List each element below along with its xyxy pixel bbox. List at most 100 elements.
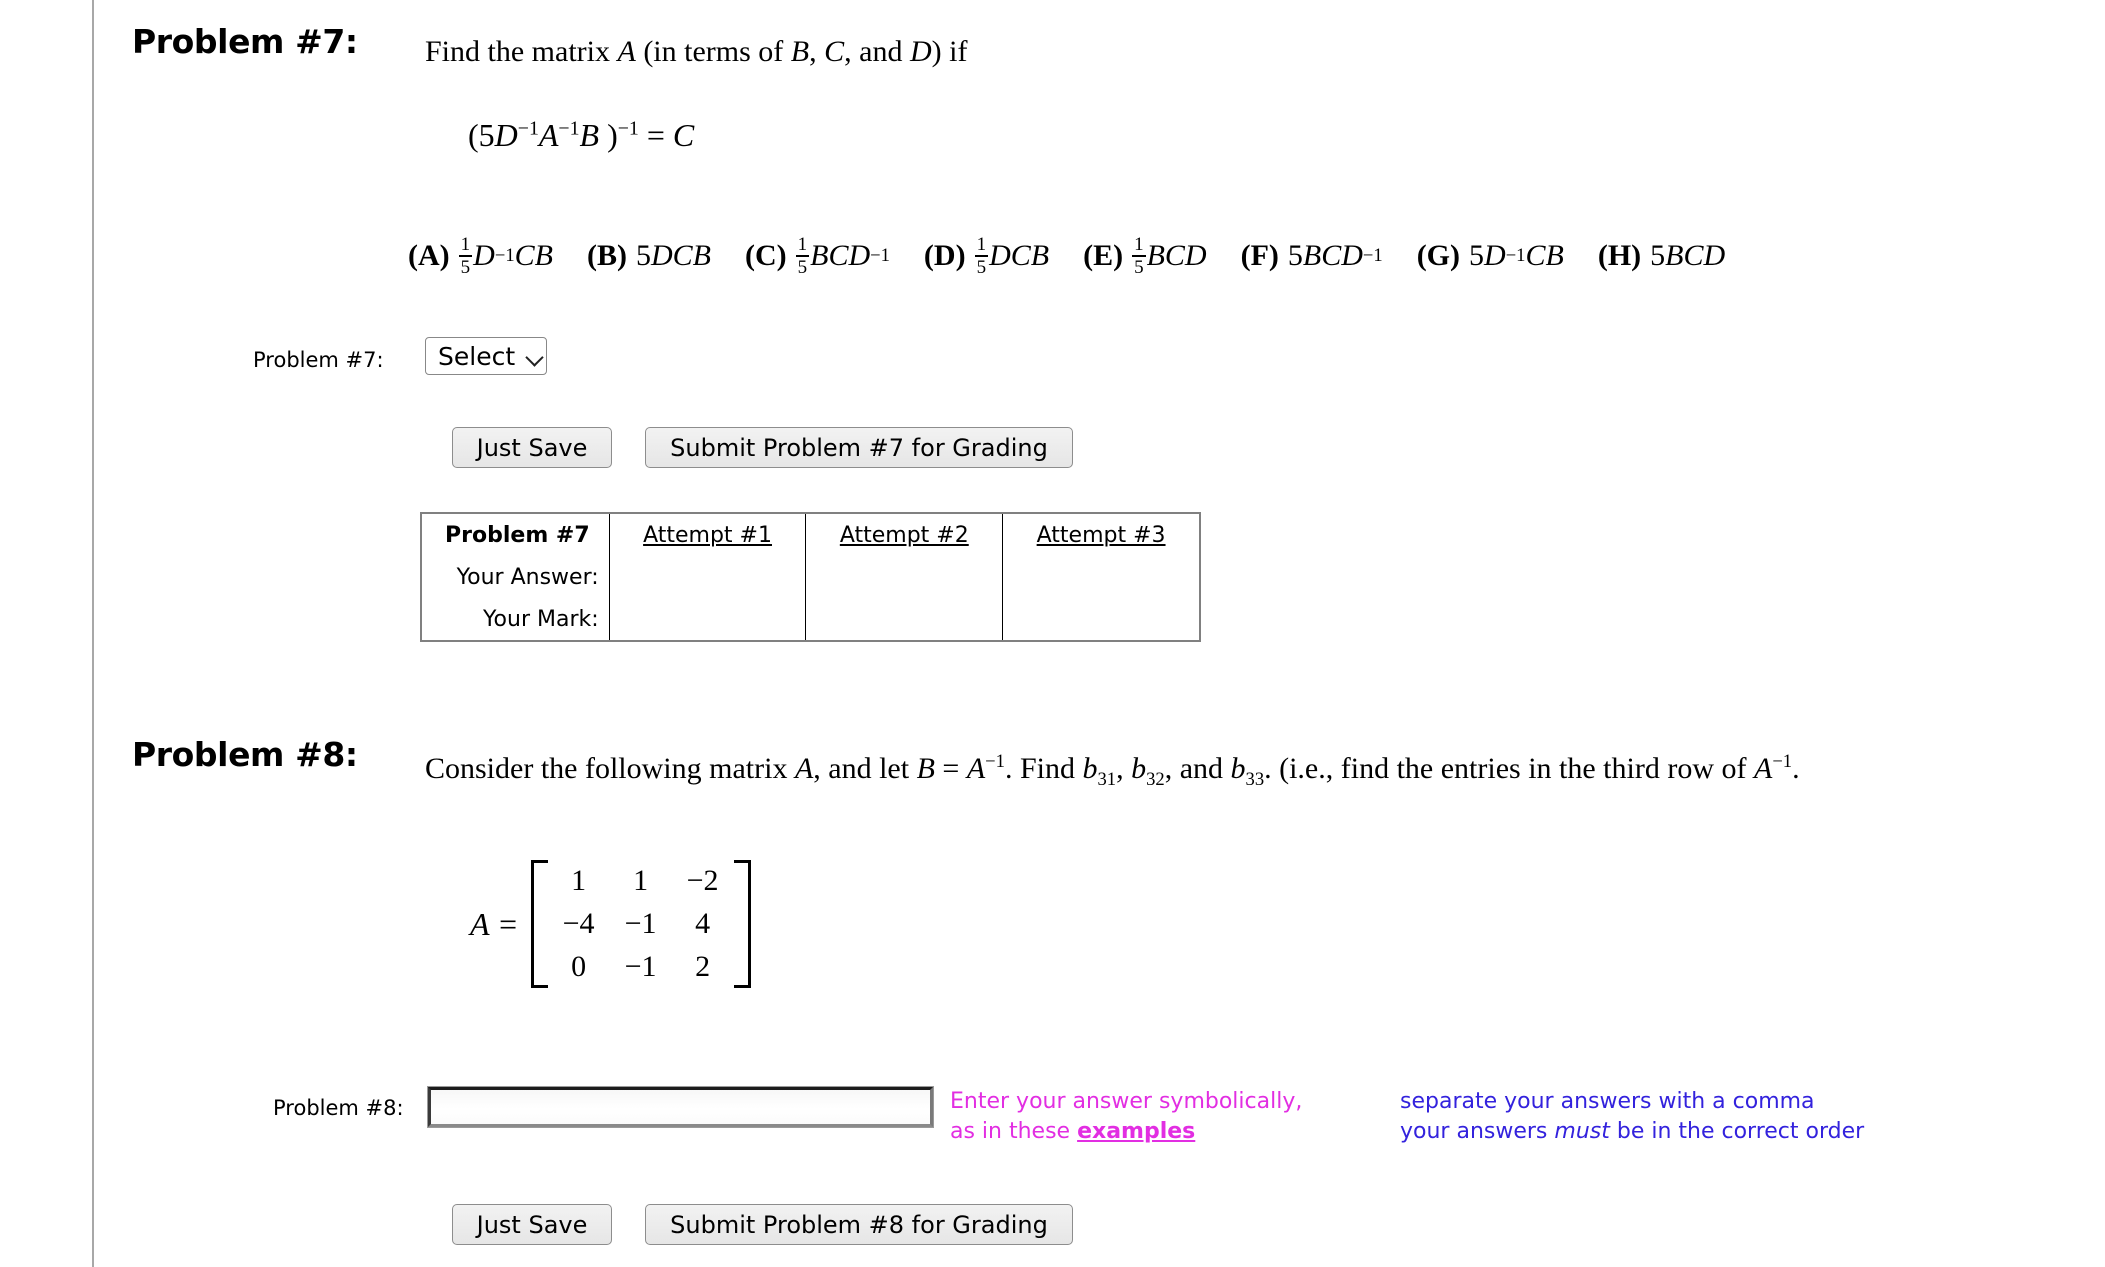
table-row: Your Answer: [421, 556, 1200, 598]
equation-equals: = [638, 117, 673, 153]
matrix-cell-r2c1: −4 [562, 907, 595, 940]
choice-a-tag: (A) [408, 238, 450, 272]
choice-b-matrix: DCB [650, 238, 711, 272]
problem-7-your-answer-label: Your Answer: [421, 556, 610, 598]
table-row: Your Mark: [421, 598, 1200, 641]
problem-8-a-inverse-exponent: −1 [985, 751, 1005, 772]
choice-f-coefficient: 5 [1287, 238, 1303, 272]
problem-7-select-value: Select [438, 341, 516, 371]
problem-7-answer-attempt-1 [608, 556, 807, 598]
choice-a-expression: 1 5 D −1 CB [458, 234, 553, 278]
problem-8-hint-symbolic: Enter your answer symbolically, as in th… [950, 1087, 1302, 1147]
choice-a-exponent: −1 [494, 244, 515, 266]
choice-a-matrix: D [473, 238, 495, 272]
problem-7-prompt: Find the matrix A (in terms of B, C, and… [425, 30, 1925, 74]
problem-7-answer-attempt-2 [805, 556, 1004, 598]
problem-8-prompt-4: . Find [1004, 752, 1083, 785]
choice-c-exponent: −1 [870, 244, 890, 266]
equation-c: C [672, 117, 695, 153]
problem-8-prompt-9: . [1792, 752, 1800, 785]
choice-g-coefficient: 5 [1469, 238, 1485, 272]
problem-7-answer-attempt-3 [1002, 556, 1200, 598]
problem-8-just-save-button[interactable]: Just Save [452, 1204, 612, 1245]
problem-8-b32-subscript: 32 [1146, 769, 1165, 790]
hint-format-line-1: separate your answers with a comma [1400, 1089, 1815, 1114]
problem-7-prompt-var-b: B [790, 35, 810, 68]
problem-7-your-mark-label: Your Mark: [421, 598, 610, 641]
problem-8-hint-format: separate your answers with a comma your … [1400, 1087, 1864, 1147]
problem-7-prompt-pre: Find the matrix [425, 35, 618, 68]
fraction-one-fifth: 15 [1132, 234, 1146, 278]
fraction-one-fifth: 15 [974, 234, 989, 278]
problem-8-a-inverse-2-exponent: −1 [1772, 751, 1793, 772]
choice-b-expression: 5 DCB [636, 239, 711, 273]
problem-8-var-a: A [794, 752, 814, 785]
choice-h: (H) 5 BCD [1598, 239, 1725, 273]
equation-close-exponent: −1 [617, 117, 639, 140]
matrix-cell-r3c3: 2 [695, 949, 711, 983]
choice-b-coefficient: 5 [635, 238, 651, 272]
problem-8-prompt-1: Consider the following matrix [425, 752, 795, 785]
attempt-2-header[interactable]: Attempt #2 [805, 513, 1004, 556]
problem-7-prompt-mid: (in terms of [635, 35, 791, 68]
problem-7-prompt-var-d: D [909, 35, 932, 68]
problem-8-submit-button[interactable]: Submit Problem #8 for Grading [645, 1204, 1073, 1245]
choice-g-expression: 5 D −1 CB [1469, 239, 1564, 273]
attempt-3-header[interactable]: Attempt #3 [1002, 513, 1200, 556]
choice-d-expression: 1 5 DCB [974, 234, 1050, 278]
chevron-down-icon [527, 351, 536, 361]
equation-d-exponent: −1 [517, 117, 539, 140]
problem-7-submit-button[interactable]: Submit Problem #7 for Grading [645, 427, 1073, 468]
matrix-cell-r3c1: 0 [571, 949, 587, 983]
problem-8-matrix-a: A = 1 1 −2 −4 −1 4 0 −1 2 [470, 860, 751, 988]
problem-7-answer-label: Problem #7: [253, 348, 384, 372]
matrix-right-bracket [733, 860, 751, 988]
fraction-one-fifth: 15 [458, 234, 473, 278]
problem-7-choices: (A) 1 5 D −1 CB (B) 5 DCB (C) 1 5 BCD −1 (D) 15D… [408, 235, 1759, 277]
matrix-grid: 1 1 −2 −4 −1 4 0 −1 2 [548, 860, 734, 988]
choice-c-expression: 1 5 BCD −1 [795, 235, 890, 277]
choice-d-matrix: DCB [989, 238, 1050, 272]
choice-d-tag: (D) [923, 238, 966, 272]
problem-7-attempts-table: Problem #7 Attempt #1 Attempt #2 Attempt… [420, 512, 1201, 642]
choice-g: (G) 5 D −1 CB [1417, 239, 1564, 273]
hint-symbolic-line-2: as in these [950, 1119, 1078, 1144]
problem-7-equation: (5D−1A−1B )−1 = C [468, 117, 694, 154]
choice-b-tag: (B) [586, 238, 627, 272]
choice-e-expression: 1 5 BCD [1132, 235, 1207, 277]
problem-7-heading: Problem #7: [132, 22, 358, 61]
table-row: Problem #7 Attempt #1 Attempt #2 Attempt… [421, 513, 1200, 556]
problem-8-answer-label: Problem #8: [273, 1096, 404, 1120]
matrix-cell-r3c2: −1 [624, 949, 657, 983]
problem-7-table-corner: Problem #7 [421, 513, 610, 556]
problem-7-just-save-button[interactable]: Just Save [452, 427, 612, 468]
hint-format-line-2-pre: your answers [1400, 1119, 1555, 1144]
equation-close: ) [599, 117, 618, 153]
problem-8-a-inverse-2: A [1753, 752, 1773, 785]
choice-g-matrix: D [1484, 238, 1506, 272]
equation-open: (5 [468, 117, 495, 153]
problem-7-select[interactable]: Select [425, 337, 547, 375]
choice-c-tag: (C) [744, 238, 787, 272]
matrix-cell-r1c3: −2 [686, 864, 719, 898]
choice-e-matrix: BCD [1146, 238, 1207, 272]
choice-e-tag: (E) [1083, 238, 1124, 272]
choice-h-matrix: BCD [1665, 238, 1726, 272]
choice-f: (F) 5 BCD −1 [1241, 239, 1383, 273]
matrix-lhs-label: A = [470, 905, 519, 942]
problem-7-mark-attempt-3 [1002, 598, 1200, 641]
problem-7-prompt-var-c: C [824, 35, 845, 68]
problem-8-prompt-5: , [1116, 752, 1132, 785]
problem-7-mark-attempt-2 [805, 598, 1004, 641]
attempt-1-header[interactable]: Attempt #1 [608, 513, 807, 556]
examples-link[interactable]: examples [1077, 1119, 1195, 1144]
problem-7-prompt-sep1: , [809, 35, 825, 68]
problem-8-answer-input[interactable] [427, 1086, 934, 1128]
choice-f-expression: 5 BCD −1 [1288, 239, 1383, 273]
choice-g-tag: (G) [1416, 238, 1461, 272]
problem-8-a-inverse: A [966, 752, 986, 785]
choice-g-exponent: −1 [1505, 244, 1526, 266]
matrix-cell-r2c2: −1 [624, 907, 657, 940]
choice-a: (A) 1 5 D −1 CB [408, 235, 553, 277]
equation-a-exponent: −1 [558, 117, 580, 140]
